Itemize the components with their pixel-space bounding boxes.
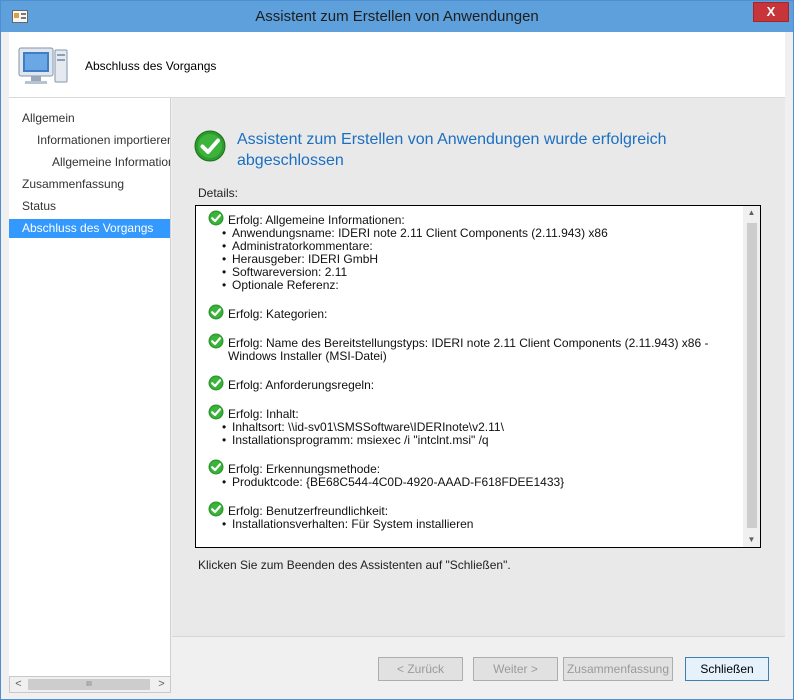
details-entry: Erfolg: Inhalt:Inhaltsort: \\id-sv01\SMS… — [208, 404, 743, 447]
success-small-icon — [208, 304, 224, 320]
details-entry-line-text: Inhaltsort: \\id-sv01\SMSSoftware\IDERIn… — [232, 420, 504, 434]
success-small-icon — [208, 404, 224, 420]
details-entry: Erfolg: Kategorien: — [208, 304, 743, 321]
details-entry-heading-text: Erfolg: Anforderungsregeln: — [228, 378, 375, 392]
window-title: Assistent zum Erstellen von Anwendungen — [255, 8, 539, 25]
computer-icon — [18, 47, 68, 84]
success-small-icon — [208, 333, 224, 349]
close-window-button[interactable]: X — [753, 2, 789, 22]
details-entry-heading-text: Erfolg: Kategorien: — [228, 307, 328, 321]
details-entry-line-text: Herausgeber: IDERI GmbH — [232, 252, 379, 266]
success-check-icon — [194, 130, 226, 162]
details-entry-heading: Erfolg: Anforderungsregeln: — [208, 375, 743, 392]
nav-item-status[interactable]: Status — [9, 197, 170, 216]
details-entry-heading-text: Erfolg: Allgemeine Informationen: — [228, 213, 405, 227]
nav-item-zusammenfassung[interactable]: Zusammenfassung — [9, 175, 170, 194]
finish-hint: Klicken Sie zum Beenden des Assistenten … — [198, 558, 511, 572]
details-scrollbar-thumb[interactable] — [747, 223, 757, 528]
header-title: Abschluss des Vorgangs — [85, 59, 217, 73]
nav-item-abschluss[interactable]: Abschluss des Vorgangs — [9, 219, 170, 238]
wizard-header: Abschluss des Vorgangs — [9, 32, 785, 98]
scrollbar-thumb[interactable]: III — [28, 679, 150, 690]
details-entry-heading-text: Erfolg: Erkennungsmethode: — [228, 462, 381, 476]
success-small-icon — [208, 459, 224, 475]
scroll-left-icon[interactable]: < — [10, 677, 27, 692]
details-entry-heading-text: Erfolg: Name des Bereitstellungstyps: ID… — [228, 336, 709, 363]
success-message: Assistent zum Erstellen von Anwendungen … — [237, 129, 737, 171]
close-button[interactable]: Schließen — [685, 657, 769, 681]
nav-item-allgemeine-informationen[interactable]: Allgemeine Informationen — [9, 153, 170, 172]
details-entry-heading: Erfolg: Name des Bereitstellungstyps: ID… — [208, 333, 743, 363]
summary-button[interactable]: Zusammenfassung — [563, 657, 673, 681]
details-entry-line-text: Optionale Referenz: — [232, 278, 339, 292]
details-entry-heading-text: Erfolg: Benutzerfreundlichkeit: — [228, 504, 389, 518]
scroll-up-icon[interactable]: ▲ — [743, 206, 760, 220]
details-entry: Erfolg: Benutzerfreundlichkeit:Installat… — [208, 501, 743, 531]
details-entry-line-text: Anwendungsname: IDERI note 2.11 Client C… — [232, 226, 608, 240]
success-message-line1: Assistent zum Erstellen von Anwendungen … — [237, 131, 667, 148]
details-entry: Erfolg: Anforderungsregeln: — [208, 375, 743, 392]
details-entry-heading: Erfolg: Kategorien: — [208, 304, 743, 321]
details-vertical-scrollbar[interactable]: ▲ ▼ — [743, 206, 760, 547]
nav-item-informationen-importieren[interactable]: Informationen importieren — [9, 131, 170, 150]
details-entry: Erfolg: Name des Bereitstellungstyps: ID… — [208, 333, 743, 363]
details-entry-line-text: Produktcode: {BE68C544-4C0D-4920-AAAD-F6… — [232, 475, 565, 489]
details-entry-line: Optionale Referenz: — [222, 279, 743, 292]
details-entry-heading: Erfolg: Erkennungsmethode: — [208, 459, 743, 476]
details-entry-line: Installationsprogramm: msiexec /i "intcl… — [222, 434, 743, 447]
details-entry-lines: Installationsverhalten: Für System insta… — [208, 518, 743, 531]
back-button[interactable]: < Zurück — [378, 657, 463, 681]
footer-divider — [172, 636, 785, 637]
scroll-right-icon[interactable]: > — [153, 677, 170, 692]
success-small-icon — [208, 501, 224, 517]
wizard-window: Assistent zum Erstellen von Anwendungen … — [0, 0, 794, 700]
details-list: Erfolg: Allgemeine Informationen:Anwendu… — [208, 210, 743, 547]
details-entry-line-text: Installationsverhalten: Für System insta… — [232, 517, 474, 531]
details-entry-heading: Erfolg: Benutzerfreundlichkeit: — [208, 501, 743, 518]
details-entry: Erfolg: Allgemeine Informationen:Anwendu… — [208, 210, 743, 292]
details-entry: Erfolg: Erkennungsmethode:Produktcode: {… — [208, 459, 743, 489]
details-entry-line-text: Administratorkommentare: — [232, 239, 373, 253]
nav-item-allgemein[interactable]: Allgemein — [9, 109, 170, 128]
details-entry-heading-text: Erfolg: Inhalt: — [228, 407, 299, 421]
title-bar[interactable]: Assistent zum Erstellen von Anwendungen … — [1, 1, 793, 32]
scroll-down-icon[interactable]: ▼ — [743, 533, 760, 547]
wizard-content: Assistent zum Erstellen von Anwendungen … — [172, 98, 785, 636]
details-entry-line: Produktcode: {BE68C544-4C0D-4920-AAAD-F6… — [222, 476, 743, 489]
success-small-icon — [208, 375, 224, 391]
details-entry-lines: Inhaltsort: \\id-sv01\SMSSoftware\IDERIn… — [208, 421, 743, 447]
details-entry-line-text: Softwareversion: 2.11 — [232, 265, 348, 279]
details-entry-heading: Erfolg: Inhalt: — [208, 404, 743, 421]
next-button[interactable]: Weiter > — [473, 657, 558, 681]
details-entry-line: Installationsverhalten: Für System insta… — [222, 518, 743, 531]
details-entry-lines: Produktcode: {BE68C544-4C0D-4920-AAAD-F6… — [208, 476, 743, 489]
success-message-line2: abgeschlossen — [237, 152, 344, 169]
details-entry-lines: Anwendungsname: IDERI note 2.11 Client C… — [208, 227, 743, 292]
wizard-nav: Allgemein Informationen importieren Allg… — [9, 98, 171, 676]
nav-horizontal-scrollbar[interactable]: < III > — [9, 676, 171, 693]
details-entry-heading: Erfolg: Allgemeine Informationen: — [208, 210, 743, 227]
success-small-icon — [208, 210, 224, 226]
details-textbox[interactable]: Erfolg: Allgemeine Informationen:Anwendu… — [195, 205, 761, 548]
details-entry-line-text: Installationsprogramm: msiexec /i "intcl… — [232, 433, 489, 447]
details-label: Details: — [198, 186, 239, 200]
